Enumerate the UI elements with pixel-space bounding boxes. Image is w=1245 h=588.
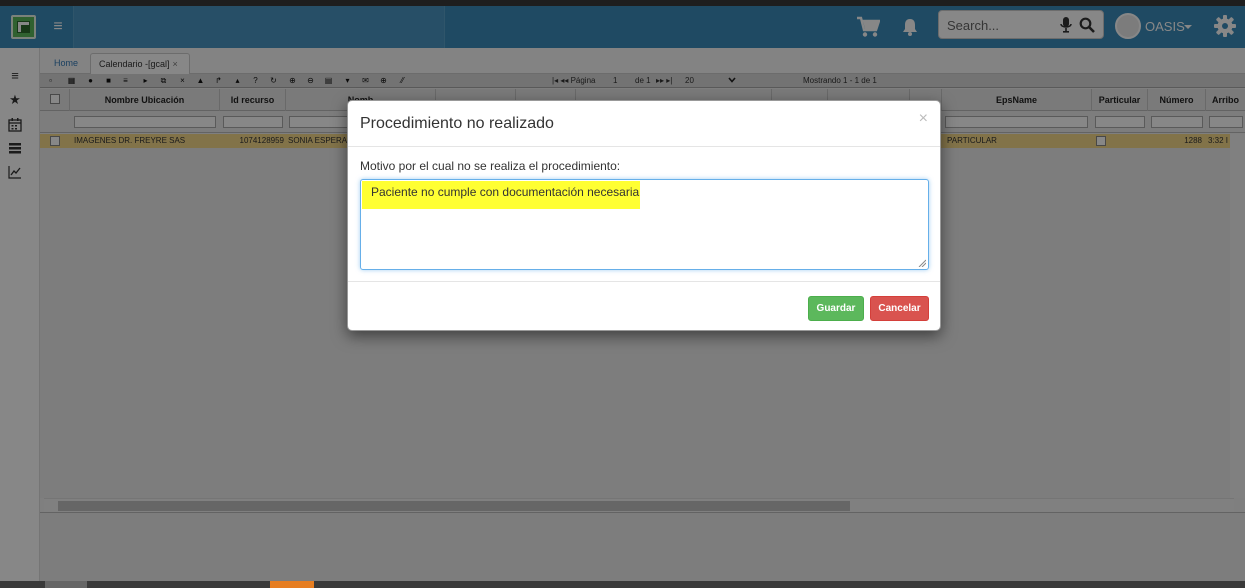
modal-header: Procedimiento no realizado ×: [348, 101, 940, 147]
procedure-not-done-dialog: Procedimiento no realizado × Motivo por …: [347, 100, 941, 331]
resize-handle-icon[interactable]: [918, 259, 926, 267]
reason-text: Paciente no cumple con documentación nec…: [371, 185, 640, 199]
cancel-button[interactable]: Cancelar: [870, 296, 929, 321]
reason-textarea[interactable]: Paciente no cumple con documentación nec…: [360, 179, 929, 270]
close-icon[interactable]: ×: [919, 110, 928, 128]
modal-footer: Guardar Cancelar: [348, 281, 940, 331]
save-button[interactable]: Guardar: [808, 296, 864, 321]
bottom-bar: [0, 581, 1245, 588]
reason-label: Motivo por el cual no se realiza el proc…: [360, 159, 621, 173]
bottom-bar-segment: [45, 581, 87, 588]
bottom-bar-segment: [270, 581, 314, 588]
modal-title: Procedimiento no realizado: [360, 115, 554, 132]
